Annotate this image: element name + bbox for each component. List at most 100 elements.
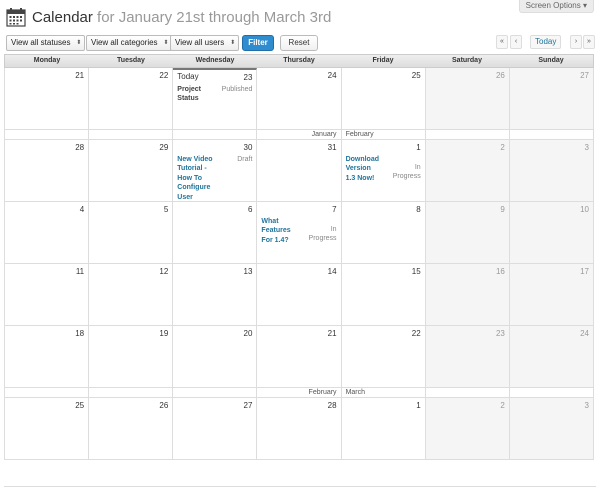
month-separator: February March [4, 388, 594, 398]
day-cell[interactable]: 2 [425, 140, 510, 202]
status-filter-select[interactable]: View all statuses ⬍ [6, 35, 86, 51]
day-number: 2 [500, 401, 505, 410]
day-number: 1 [416, 401, 421, 410]
day-number: 22 [411, 329, 421, 338]
day-cell[interactable]: 23 [425, 326, 510, 388]
post-title[interactable]: Project Status [177, 85, 213, 104]
page-title-range: for January 21st through March 3rd [92, 8, 332, 26]
month-start-label: March [345, 389, 366, 396]
day-number: 19 [159, 329, 169, 338]
day-cell[interactable]: 28 [257, 398, 342, 460]
next-page-button[interactable]: › [570, 35, 582, 49]
day-cell[interactable]: 27 [509, 68, 594, 130]
filter-toolbar: View all statuses ⬍ View all categories … [6, 35, 595, 51]
day-cell[interactable]: 31 [257, 140, 342, 202]
category-filter-select[interactable]: View all categories ⬍ [86, 35, 173, 51]
day-number: 12 [159, 267, 169, 276]
day-cell[interactable]: 3 [509, 398, 594, 460]
day-cell[interactable]: 25 [341, 68, 426, 130]
day-cell[interactable]: 6 [173, 202, 258, 264]
day-cell[interactable]: 2 [425, 398, 510, 460]
post-title[interactable]: What Features For 1.4? [261, 217, 297, 245]
day-number: 3 [584, 143, 589, 152]
calendar-week: 11 12 13 14 15 16 17 [4, 264, 594, 326]
post-status: In Progress [308, 226, 337, 243]
page-title: Calendar for January 21st through March … [32, 9, 331, 26]
calendar-week: 18 19 20 21 22 23 24 [4, 326, 594, 388]
status-filter-value: View all statuses [11, 38, 71, 47]
weekday-saturday: Saturday [452, 57, 482, 64]
post-item[interactable]: Project Status Published [177, 85, 252, 104]
day-cell[interactable]: 26 [425, 68, 510, 130]
day-cell[interactable]: 22 [89, 68, 174, 130]
day-cell[interactable]: 13 [173, 264, 258, 326]
day-cell[interactable]: 4 [5, 202, 90, 264]
day-cell[interactable]: 20 [173, 326, 258, 388]
day-number: 22 [159, 71, 169, 80]
day-cell[interactable]: 24 [509, 326, 594, 388]
day-cell[interactable]: 19 [89, 326, 174, 388]
day-cell[interactable]: 28 [5, 140, 90, 202]
day-number: 5 [163, 205, 169, 214]
post-item[interactable]: Download Version 1.3 Now! In Progress [346, 155, 421, 183]
day-number: 3 [584, 401, 589, 410]
day-cell[interactable]: 14 [257, 264, 342, 326]
day-cell[interactable]: 24 [257, 68, 342, 130]
day-cell[interactable]: 22 [341, 326, 426, 388]
day-cell[interactable]: 1 [341, 398, 426, 460]
day-number: 30 [243, 143, 253, 152]
day-cell[interactable]: 15 [341, 264, 426, 326]
day-cell[interactable]: 9 [425, 202, 510, 264]
day-number: 10 [580, 205, 589, 214]
day-number: 11 [75, 267, 85, 276]
today-button[interactable]: Today [530, 35, 562, 49]
day-cell[interactable]: 18 [5, 326, 90, 388]
day-number: 2 [500, 143, 505, 152]
day-cell[interactable]: 7 What Features For 1.4? In Progress [257, 202, 342, 264]
select-arrows-icon: ⬍ [163, 40, 169, 46]
day-number: 28 [75, 143, 85, 152]
day-number: 23 [243, 73, 253, 82]
day-number: 9 [500, 205, 505, 214]
day-cell[interactable]: 3 [509, 140, 594, 202]
day-cell[interactable]: 17 [509, 264, 594, 326]
day-cell-today[interactable]: Today 23 Project Status Published [173, 68, 258, 130]
day-cell[interactable]: 16 [425, 264, 510, 326]
day-cell[interactable]: 21 [257, 326, 342, 388]
day-cell[interactable]: 1 Download Version 1.3 Now! In Progress [341, 140, 426, 202]
day-number: 17 [580, 267, 589, 276]
day-cell[interactable]: 10 [509, 202, 594, 264]
day-cell[interactable]: 25 [5, 398, 90, 460]
today-label: Today [177, 72, 199, 81]
day-cell[interactable]: 29 [89, 140, 174, 202]
day-number: 1 [416, 143, 421, 152]
day-cell[interactable]: 27 [173, 398, 258, 460]
post-item[interactable]: What Features For 1.4? In Progress [261, 217, 336, 245]
reset-button[interactable]: Reset [280, 35, 318, 51]
day-cell[interactable]: 12 [89, 264, 174, 326]
day-cell[interactable]: 11 [5, 264, 90, 326]
day-cell[interactable]: 26 [89, 398, 174, 460]
post-title[interactable]: Download Version 1.3 Now! [346, 155, 382, 183]
weekday-header: Monday Tuesday Wednesday Thursday Friday… [4, 54, 594, 68]
day-number: 16 [495, 267, 505, 276]
select-arrows-icon: ⬍ [76, 40, 82, 46]
user-filter-select[interactable]: View all users ⬍ [170, 35, 240, 51]
previous-page-button[interactable]: ‹ [510, 35, 522, 49]
day-number: 20 [243, 329, 253, 338]
first-page-button[interactable]: « [496, 35, 508, 49]
screen-options-button[interactable]: Screen Options ▾ [518, 0, 594, 13]
day-cell[interactable]: 21 [5, 68, 90, 130]
day-number: 7 [332, 205, 337, 214]
day-cell[interactable]: 5 [89, 202, 174, 264]
filter-button[interactable]: Filter [242, 35, 274, 51]
month-start-label: February [345, 131, 374, 138]
last-page-button[interactable]: » [583, 35, 595, 49]
select-arrows-icon: ⬍ [230, 40, 236, 46]
day-number: 27 [580, 71, 589, 80]
day-cell[interactable]: 8 [341, 202, 426, 264]
calendar-week: 21 22 Today 23 Project Status Published … [4, 68, 594, 130]
day-cell[interactable]: 30 New Video Tutorial - How To Configure… [173, 140, 258, 210]
day-number: 6 [247, 205, 253, 214]
post-status: Draft [237, 156, 253, 163]
